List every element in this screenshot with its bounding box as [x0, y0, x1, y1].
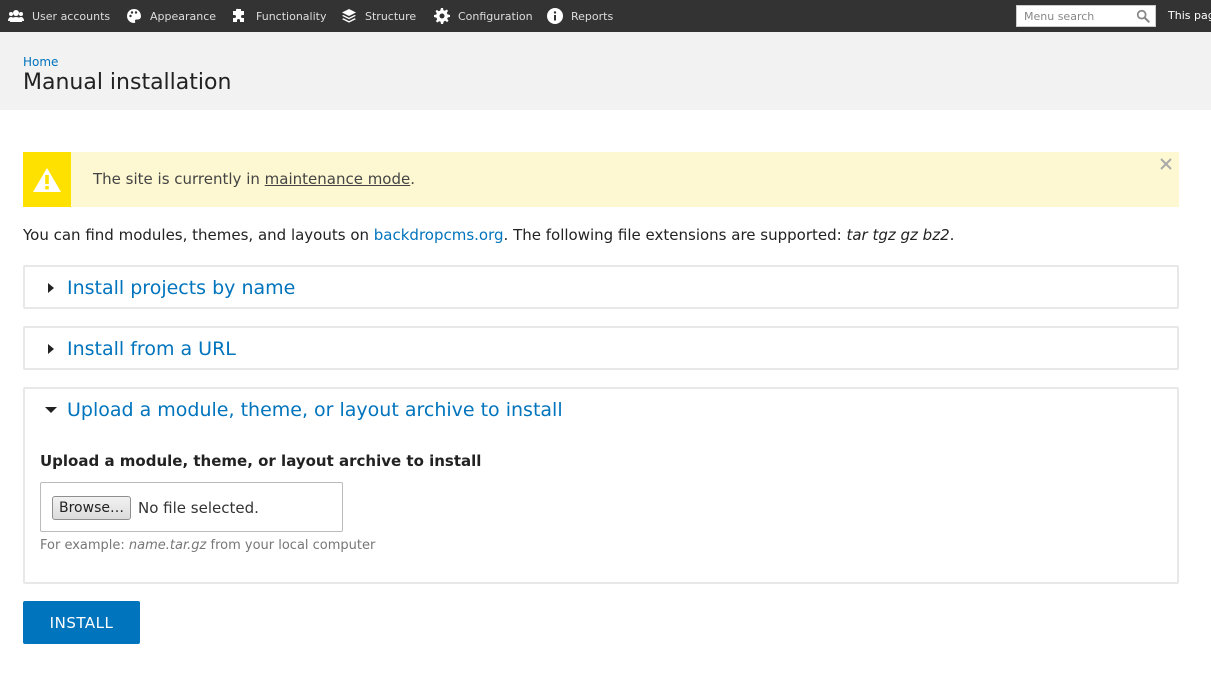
info-icon — [547, 8, 563, 24]
fieldset-toggle-install-from-url[interactable]: Install from a URL — [45, 338, 236, 360]
toolbar-item-label: Functionality — [256, 9, 327, 23]
intro-text-before: You can find modules, themes, and layout… — [23, 226, 374, 244]
menu-search — [1016, 5, 1156, 27]
chevron-right-icon — [48, 283, 54, 293]
intro-text-middle: . The following file extensions are supp… — [503, 226, 847, 244]
page-header: Home Manual installation — [0, 32, 1211, 110]
toolbar-item-label: Configuration — [458, 9, 533, 23]
puzzle-icon — [233, 8, 244, 22]
users-icon — [8, 10, 24, 22]
install-button[interactable]: INSTALL — [23, 601, 140, 644]
toolbar-item-reports[interactable]: Reports — [547, 0, 613, 32]
fieldset-install-by-name: Install projects by name — [23, 265, 1179, 309]
no-file-text: No file selected. — [138, 499, 259, 517]
palette-icon — [127, 9, 141, 23]
fieldset-legend: Install projects by name — [67, 277, 296, 299]
search-icon[interactable] — [1136, 9, 1150, 23]
admin-toolbar: User accounts Appearance Functionality S… — [0, 0, 1211, 32]
desc-before: For example: — [40, 538, 129, 553]
desc-after: from your local computer — [206, 538, 376, 553]
warning-text-before: The site is currently in — [93, 170, 265, 188]
toolbar-item-label: User accounts — [32, 9, 111, 23]
fieldset-install-from-url: Install from a URL — [23, 326, 1179, 370]
toolbar-item-appearance[interactable]: Appearance — [126, 0, 216, 32]
toolbar-page-link[interactable]: This pag — [1168, 0, 1211, 32]
toolbar-item-configuration[interactable]: Configuration — [434, 0, 533, 32]
file-upload-field[interactable]: Browse… No file selected. — [40, 482, 343, 532]
toolbar-item-user-accounts[interactable]: User accounts — [8, 0, 110, 32]
menu-search-input[interactable] — [1017, 6, 1135, 26]
page-title: Manual installation — [23, 70, 232, 95]
supported-extensions: tar tgz gz bz2 — [846, 226, 950, 244]
toolbar-item-label: Appearance — [150, 9, 217, 23]
chevron-down-icon — [45, 407, 57, 413]
maintenance-mode-link[interactable]: maintenance mode — [265, 170, 411, 188]
intro-text-after: . — [949, 226, 955, 244]
close-icon[interactable] — [1159, 157, 1173, 171]
breadcrumb-home[interactable]: Home — [23, 55, 58, 69]
chevron-right-icon — [48, 344, 54, 354]
upload-field-label: Upload a module, theme, or layout archiv… — [40, 452, 482, 470]
warning-icon — [33, 167, 61, 192]
upload-field-description: For example: name.tar.gz from your local… — [40, 538, 375, 553]
backdropcms-link[interactable]: backdropcms.org — [374, 226, 504, 244]
toolbar-item-label: Reports — [571, 9, 614, 23]
warning-text: The site is currently in maintenance mod… — [93, 170, 415, 188]
fieldset-legend: Install from a URL — [67, 338, 236, 360]
browse-button[interactable]: Browse… — [52, 496, 131, 520]
desc-example: name.tar.gz — [128, 538, 207, 553]
fieldset-upload-archive: Upload a module, theme, or layout archiv… — [23, 387, 1179, 584]
toolbar-item-functionality[interactable]: Functionality — [232, 0, 326, 32]
warning-icon-block — [23, 152, 71, 207]
toolbar-item-label: Structure — [365, 9, 417, 23]
fieldset-toggle-install-by-name[interactable]: Install projects by name — [45, 277, 295, 299]
fieldset-toggle-upload-archive[interactable]: Upload a module, theme, or layout archiv… — [45, 399, 563, 421]
maintenance-warning: The site is currently in maintenance mod… — [23, 152, 1179, 207]
layers-icon — [342, 9, 356, 23]
fieldset-legend: Upload a module, theme, or layout archiv… — [67, 399, 563, 421]
intro-text: You can find modules, themes, and layout… — [23, 226, 954, 244]
warning-text-after: . — [410, 170, 416, 188]
toolbar-item-structure[interactable]: Structure — [341, 0, 416, 32]
gear-icon — [434, 8, 450, 24]
